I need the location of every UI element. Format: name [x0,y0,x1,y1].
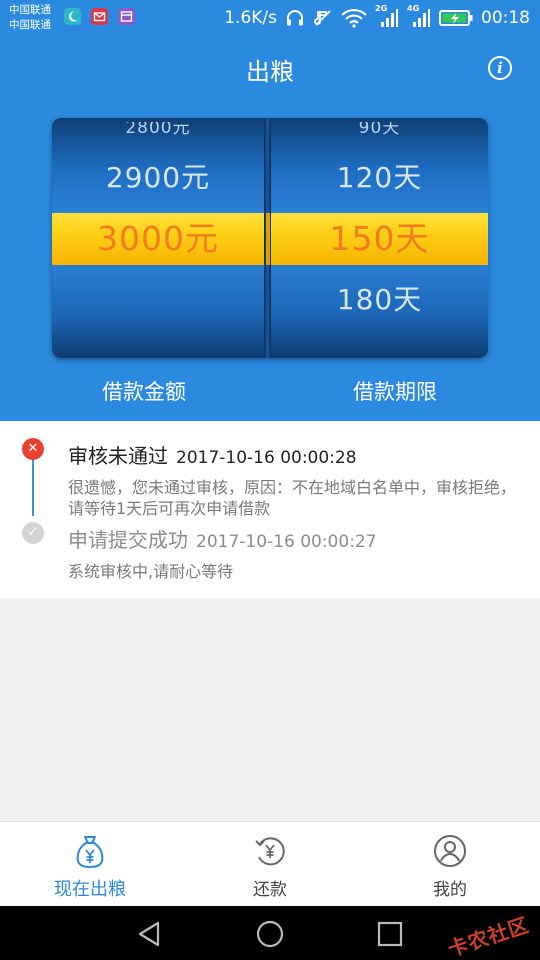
watermark: 卡农社区 [444,912,533,960]
battery-charging-icon [439,10,473,26]
amount-option[interactable]: 2800元 [52,122,264,138]
event-time: 2017-10-16 00:00:27 [196,532,377,552]
term-label: 借款期限 [353,380,437,404]
page-title: 出粮 [246,58,294,86]
term-option[interactable]: 120天 [271,160,488,196]
mail-app-icon [91,8,108,25]
nav-label: 我的 [433,880,467,900]
failed-status-icon: ✕ [22,438,44,460]
event-description: 很遗憾，您未通过审核，原因：不在地域白名单中，审核拒绝，请等待1天后可再次申请借… [68,478,517,518]
info-icon: i [497,59,503,77]
nav-label: 现在出粮 [54,879,126,900]
clock: 00:18 [481,8,530,28]
recent-apps-icon[interactable] [376,920,404,948]
loan-picker: 2800元 2900元 3000元 90天 120天 150天 180天 [52,118,488,358]
net-speed: 1.6K/s [224,8,277,28]
moon-app-icon [64,8,81,25]
carrier-2: 中国联通 [9,19,51,31]
carrier-names: 中国联通 中国联通 [9,3,51,33]
nav-item-borrow[interactable]: 现在出粮 [0,822,180,907]
event-title: 审核未通过 [68,444,168,468]
picker-band-gap [266,213,270,265]
system-nav-bar: 卡农社区 [0,906,540,960]
signal-icon: 2G [375,4,399,28]
header: 出粮 i 2800元 2900元 3000元 90天 120天 150天 180… [0,36,540,421]
repay-icon [255,837,285,866]
signal-icon-2: 4G [407,4,431,28]
back-icon[interactable] [136,920,164,948]
timeline-item-title: 申请提交成功 2017-10-16 00:00:27 [68,524,377,553]
nav-item-repay[interactable]: 还款 [180,822,360,907]
info-button[interactable]: i [488,56,512,80]
review-timeline: ✕ ✓ 审核未通过 2017-10-16 00:00:28 很遗憾，您未通过审核，… [0,421,540,598]
nav-item-profile[interactable]: 我的 [360,822,540,907]
term-option[interactable]: 90天 [271,122,488,138]
user-icon [434,835,466,867]
amount-option[interactable] [52,282,264,318]
done-status-icon: ✓ [22,522,44,544]
status-bar: 中国联通 中国联通 1.6K/s 2G 4G 00:18 [0,0,540,36]
wifi-icon [341,8,367,28]
money-bag-icon [76,836,104,869]
event-time: 2017-10-16 00:00:28 [176,448,357,468]
amount-option[interactable]: 2900元 [52,160,264,196]
home-icon[interactable] [256,920,284,948]
amount-selected[interactable]: 3000元 [52,217,264,261]
amount-label: 借款金额 [102,380,186,404]
event-title: 申请提交成功 [68,528,188,552]
term-selected[interactable]: 150天 [271,217,488,261]
event-description: 系统审核中,请耐心等待 [68,562,234,581]
mute-icon [314,10,331,26]
bottom-nav: 现在出粮 还款 我的 [0,821,540,906]
term-option[interactable]: 180天 [271,282,488,318]
status-indicators: 1.6K/s 2G 4G 00:18 [224,0,530,36]
timeline-item-title: 审核未通过 2017-10-16 00:00:28 [68,440,357,469]
headphones-icon [287,10,303,26]
nav-label: 还款 [253,880,287,900]
calendar-app-icon [118,8,135,25]
carrier-1: 中国联通 [9,4,51,16]
